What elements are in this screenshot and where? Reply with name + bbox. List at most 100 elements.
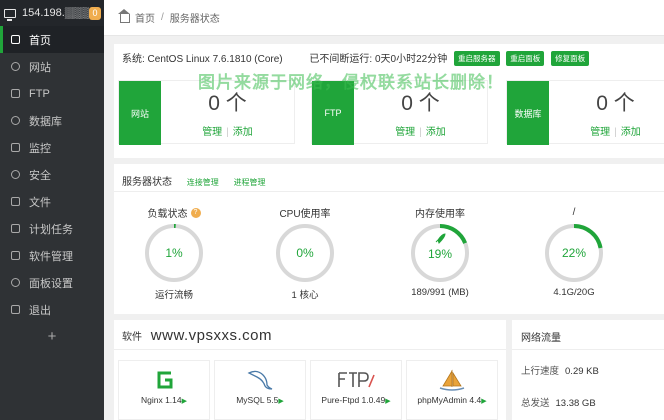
gauge-value: 19% [428, 247, 452, 261]
ftp-manage-link[interactable]: 管理 [395, 127, 415, 138]
sidebar-item-website[interactable]: 网站 [0, 53, 104, 80]
notification-badge[interactable]: 0 [89, 6, 101, 20]
home-icon [11, 35, 20, 44]
sidebar-item-logout[interactable]: 退出 [0, 296, 104, 323]
home-icon[interactable] [118, 9, 130, 23]
gauge-title: 内存使用率 [415, 209, 465, 220]
sidebar-item-monitor[interactable]: 监控 [0, 134, 104, 161]
sidebar-item-label: 安全 [29, 169, 51, 182]
database-manage-link[interactable]: 管理 [590, 127, 610, 138]
divider [512, 349, 664, 350]
watermark: 图片来源于网络，侵权联系站长删除！ [198, 73, 504, 92]
software-item-nginx[interactable]: Nginx 1.14▶ [118, 360, 210, 420]
nginx-icon [157, 371, 173, 389]
restart-server-button[interactable]: 重启服务器 [454, 51, 500, 66]
server-status-header: 服务器状态 连接管理 进程管理 [122, 173, 266, 188]
sidebar-item-home[interactable]: 首页 [0, 26, 104, 53]
breadcrumb-home[interactable]: 首页 [135, 10, 155, 25]
sidebar-item-settings[interactable]: 面板设置 [0, 269, 104, 296]
globe-icon [11, 62, 20, 71]
gauge-value: 22% [562, 246, 586, 260]
sidebar-item-software[interactable]: 软件管理 [0, 242, 104, 269]
sidebar-item-label: 文件 [29, 196, 51, 209]
server-ip: 154.198.▒▒▒▒▒ [22, 7, 89, 19]
sidebar-item-label: 首页 [29, 34, 51, 47]
software-name: Nginx 1.14 [140, 395, 182, 405]
website-tag: 网站 [119, 81, 161, 145]
play-icon[interactable]: ▶ [385, 398, 390, 405]
network-title: 网络流量 [521, 333, 561, 344]
connection-manage-link[interactable]: 连接管理 [187, 178, 219, 187]
shield-icon [11, 170, 20, 179]
folder-icon [11, 197, 20, 206]
play-icon[interactable]: ▶ [182, 398, 187, 405]
monitor-icon [4, 8, 16, 21]
gauge-ring: 1% [145, 224, 203, 282]
sidebar-item-cron[interactable]: 计划任务 [0, 215, 104, 242]
play-icon[interactable]: ▶ [278, 398, 283, 405]
add-menu-button[interactable]: + [0, 323, 104, 350]
load-gauge[interactable]: 负载状态? 1% 运行流畅 [124, 206, 224, 301]
server-header[interactable]: 154.198.▒▒▒▒▒ 0 [0, 0, 104, 26]
ftp-logo-icon [338, 372, 375, 388]
sidebar-item-label: 网站 [29, 61, 51, 74]
divider [114, 191, 664, 192]
divider [114, 349, 506, 350]
system-info: 系统: CentOS Linux 7.6.1810 (Core) 已不间断运行:… [122, 50, 590, 66]
sidebar-item-files[interactable]: 文件 [0, 188, 104, 215]
software-name: phpMyAdmin 4.4 [417, 395, 482, 405]
total-sent-label: 总发送 [521, 398, 550, 409]
gauge-ring: 22% [545, 224, 603, 282]
cpu-gauge[interactable]: CPU使用率 0% 1 核心 [255, 206, 355, 301]
gear-icon [11, 278, 20, 287]
upload-speed-label: 上行速度 [521, 366, 560, 377]
database-count: 0 个 [596, 92, 635, 115]
sidebar-item-label: 软件管理 [29, 250, 73, 263]
sidebar-item-security[interactable]: 安全 [0, 161, 104, 188]
sidebar-item-database[interactable]: 数据库 [0, 107, 104, 134]
software-item-pureftpd[interactable]: Pure-Ftpd 1.0.49▶ [310, 360, 402, 420]
restart-panel-button[interactable]: 重启面板 [506, 51, 545, 66]
gauge-value: 0% [296, 246, 314, 260]
breadcrumb-separator: / [161, 12, 164, 23]
gauge-ring: 0% [276, 224, 334, 282]
mysql-dolphin-icon [247, 370, 273, 390]
total-sent-row: 总发送 13.38 GB [521, 395, 596, 409]
logout-icon [11, 305, 20, 314]
database-add-link[interactable]: 添加 [621, 127, 641, 138]
database-stat-card: 数据库 0 个 管理 | 添加 [506, 80, 664, 145]
gauge-caption: 189/991 (MB) [411, 287, 469, 298]
ftp-add-link[interactable]: 添加 [426, 127, 446, 138]
uptime-info: 已不间断运行: 0天0小时22分钟 [309, 54, 448, 65]
main-content: 首页 / 服务器状态 系统: CentOS Linux 7.6.1810 (Co… [104, 0, 664, 420]
gauge-caption: 运行流畅 [154, 290, 193, 301]
software-header: 软件 www.vpsxxs.com [122, 327, 272, 344]
sidebar: 154.198.▒▒▒▒▒ 0 首页 网站 FTP 数据库 监控 安全 文件 计… [0, 0, 104, 420]
grid-icon [11, 251, 20, 260]
software-panel: 软件 www.vpsxxs.com Nginx 1.14▶ MySQL 5.5▶ [114, 320, 506, 420]
gauge-ring: 19% [411, 224, 469, 282]
website-add-link[interactable]: 添加 [233, 127, 253, 138]
disk-gauge[interactable]: / 22% 4.1G/20G [524, 206, 624, 298]
monitor-chart-icon [11, 143, 20, 152]
server-status-title: 服务器状态 [122, 177, 172, 188]
play-icon[interactable]: ▶ [481, 398, 486, 405]
memory-gauge[interactable]: 内存使用率 19% 189/991 (MB) [390, 206, 490, 298]
database-tag: 数据库 [507, 81, 549, 145]
sidebar-item-label: 计划任务 [29, 223, 73, 236]
help-icon[interactable]: ? [190, 207, 201, 218]
gauge-caption: 1 核心 [291, 290, 319, 301]
process-manage-link[interactable]: 进程管理 [234, 178, 266, 187]
software-title: 软件 [122, 332, 142, 343]
repair-panel-button[interactable]: 修复面板 [551, 51, 590, 66]
sidebar-item-ftp[interactable]: FTP [0, 80, 104, 107]
gauge-title: 负载状态 [147, 209, 188, 220]
system-panel: 系统: CentOS Linux 7.6.1810 (Core) 已不间断运行:… [114, 44, 664, 158]
upload-speed-value: 0.29 KB [565, 366, 599, 377]
software-name: MySQL 5.5 [236, 395, 279, 405]
software-item-phpmyadmin[interactable]: phpMyAdmin 4.4▶ [406, 360, 498, 420]
website-manage-link[interactable]: 管理 [202, 127, 222, 138]
upload-speed-row: 上行速度 0.29 KB [521, 363, 599, 377]
gauge-value: 1% [165, 246, 183, 260]
software-item-mysql[interactable]: MySQL 5.5▶ [214, 360, 306, 420]
